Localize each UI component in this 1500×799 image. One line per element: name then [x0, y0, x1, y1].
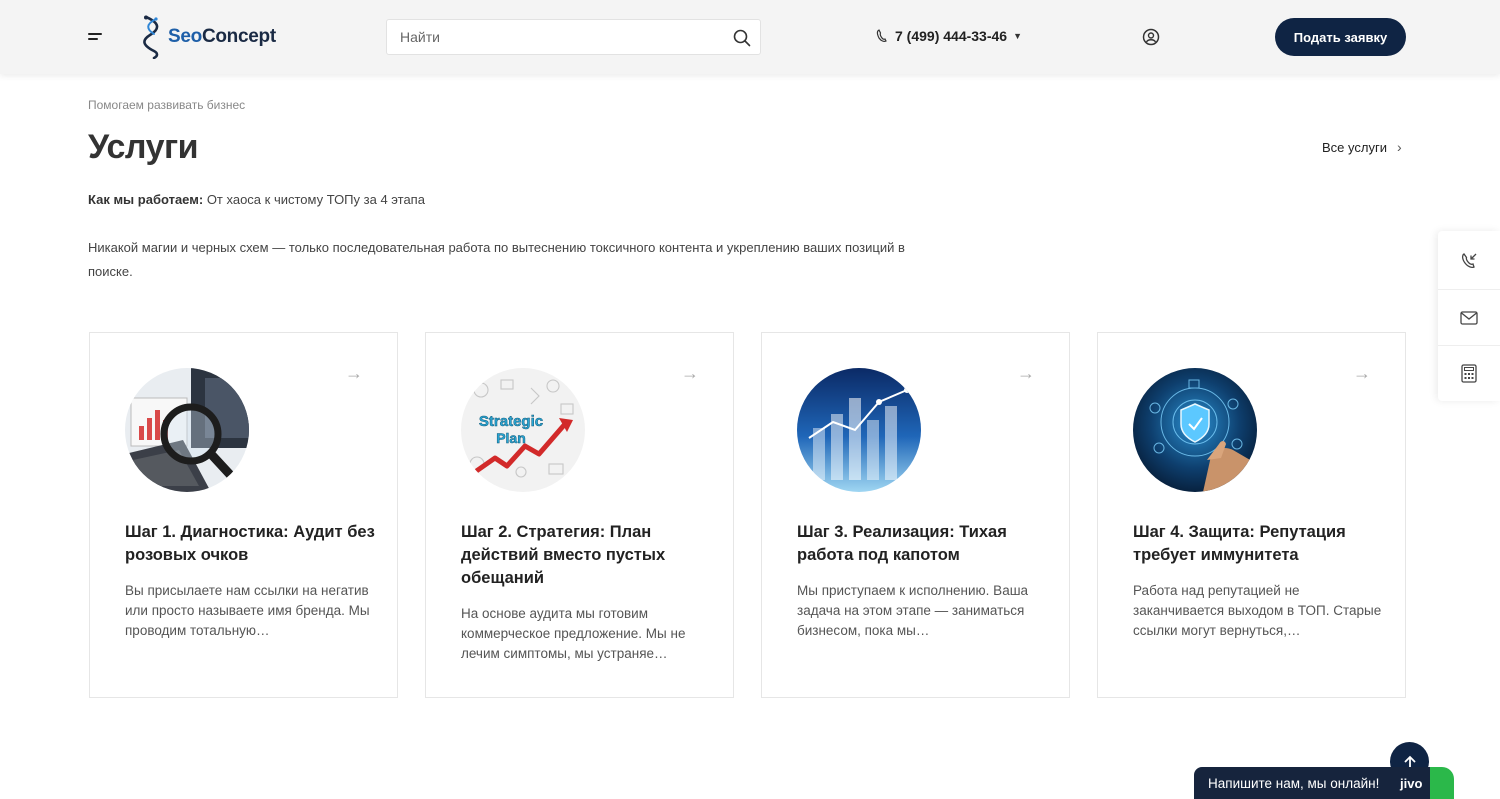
service-card-step-1[interactable]: → Шаг 1. Диагностика: Аудит без розовых … — [89, 332, 398, 698]
envelope-icon — [1460, 310, 1478, 325]
all-services-link[interactable]: Все услуги › — [1322, 139, 1402, 155]
phone-dropdown[interactable]: 7 (499) 444-33-46 ▼ — [876, 28, 1022, 44]
search-box — [386, 19, 761, 55]
arrow-right-icon: → — [345, 363, 363, 383]
card-title: Шаг 3. Реализация: Тихая работа под капо… — [797, 523, 1007, 564]
card-text: На основе аудита мы готовим коммерческое… — [461, 606, 686, 661]
service-card-step-4[interactable]: → Шаг 4. Защита: Репутация требует иммун… — [1097, 332, 1406, 698]
card-text: Мы приступаем к исполнению. Ваша задача … — [797, 583, 1029, 638]
service-card-step-2[interactable]: → Strategic Plan Шаг 2. Стратегия: План … — [425, 332, 734, 698]
phone-callback-icon — [1461, 253, 1477, 269]
logo-text: SeoConcept — [168, 26, 276, 47]
image-text-plan: Plan — [496, 430, 526, 446]
site-header: SeoConcept 7 (499) 444-33-46 ▼ Подать за… — [0, 0, 1500, 74]
card-text: Вы присылаете нам ссылки на негатив или … — [125, 583, 370, 638]
user-account-icon[interactable] — [1142, 28, 1160, 46]
calculator-icon — [1461, 364, 1477, 383]
arrow-right-icon: → — [681, 363, 699, 383]
how-label: Как мы работаем: — [88, 192, 204, 207]
chat-label: Напишите нам, мы онлайн! — [1208, 776, 1380, 791]
chat-status-indicator — [1430, 767, 1454, 799]
contact-side-panel — [1438, 231, 1500, 401]
online-chat-widget[interactable]: Напишите нам, мы онлайн! jivo — [1194, 767, 1454, 799]
chevron-down-icon: ▼ — [1013, 31, 1022, 41]
how-text: От хаоса к чистому ТОПу за 4 этапа — [203, 192, 425, 207]
chevron-right-icon: › — [1396, 139, 1402, 155]
image-text-strategic: Strategic — [479, 413, 543, 430]
section-description: Никакой магии и черных схем — только пос… — [88, 240, 905, 279]
card-image-strategic-plan: Strategic Plan — [461, 368, 585, 492]
page-title: Услуги — [88, 128, 199, 166]
how-we-work: Как мы работаем: От хаоса к чистому ТОПу… — [88, 192, 425, 207]
phone-icon — [876, 29, 887, 42]
section-tagline: Помогаем развивать бизнес — [88, 98, 246, 112]
card-title: Шаг 1. Диагностика: Аудит без розовых оч… — [125, 523, 375, 564]
card-image-protection — [1133, 368, 1257, 492]
search-icon[interactable] — [733, 29, 751, 47]
card-image-implementation — [797, 368, 921, 492]
search-input[interactable] — [387, 20, 760, 54]
phone-number: 7 (499) 444-33-46 — [895, 28, 1008, 44]
arrow-right-icon: → — [1017, 363, 1035, 383]
jivo-logo: jivo — [1400, 776, 1423, 791]
card-title: Шаг 2. Стратегия: План действий вместо п… — [461, 523, 666, 587]
logo-dna-icon — [143, 15, 159, 59]
card-image-audit — [125, 368, 249, 492]
email-button[interactable] — [1438, 289, 1500, 345]
card-title: Шаг 4. Защита: Репутация требует иммунит… — [1133, 523, 1346, 564]
calculator-button[interactable] — [1438, 345, 1500, 401]
arrow-right-icon: → — [1353, 363, 1371, 383]
submit-request-button[interactable]: Подать заявку — [1275, 18, 1406, 56]
card-text: Работа над репутацией не заканчивается в… — [1133, 583, 1382, 638]
logo[interactable]: SeoConcept — [140, 14, 276, 60]
callback-button[interactable] — [1438, 233, 1500, 289]
service-card-step-3[interactable]: → Шаг 3. Реализация: Тихая работа под ка… — [761, 332, 1070, 698]
all-services-label: Все услуги — [1322, 139, 1387, 155]
menu-icon[interactable] — [88, 31, 104, 43]
